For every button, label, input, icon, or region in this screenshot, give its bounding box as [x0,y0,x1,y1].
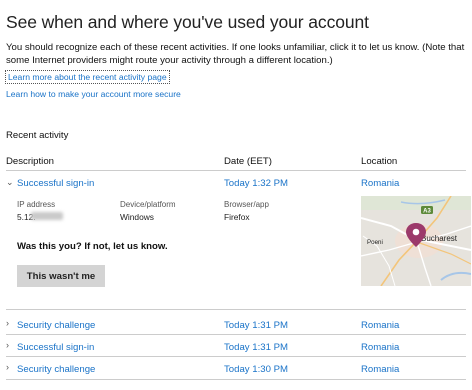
activity-description[interactable]: Security challenge [17,364,95,375]
ip-address-redaction [31,212,63,220]
this-wasnt-me-button[interactable]: This wasn't me [17,265,105,287]
activity-date[interactable]: Today 1:31 PM [224,342,288,353]
activity-description[interactable]: Successful sign-in [17,178,94,189]
activity-description[interactable]: Security challenge [17,320,95,331]
chevron-right-icon[interactable]: › [6,318,9,328]
activity-description[interactable]: Successful sign-in [17,342,94,353]
column-header-description: Description [6,156,54,167]
device-platform-value: Windows [120,212,154,222]
secure-account-link[interactable]: Learn how to make your account more secu… [6,88,181,100]
verification-prompt: Was this you? If not, let us know. [17,241,168,252]
row-divider [6,309,466,310]
learn-more-link[interactable]: Learn more about the recent activity pag… [5,70,170,84]
chevron-right-icon[interactable]: › [6,362,9,372]
browser-app-label: Browser/app [224,200,269,209]
map-road-label: A3 [423,209,431,215]
map-city-label: Bucharest [421,234,458,243]
row-divider [6,356,466,357]
location-map[interactable]: A3 Poeni Bucharest [361,196,471,286]
section-title: Recent activity [6,130,69,141]
column-header-location: Location [361,156,398,167]
activity-date[interactable]: Today 1:30 PM [224,364,288,375]
device-platform-label: Device/platform [120,200,176,209]
header-divider [6,170,466,171]
ip-address-label: IP address [17,200,56,209]
chevron-right-icon[interactable]: › [6,340,9,350]
map-town-label: Poeni [367,239,383,246]
activity-location[interactable]: Romania [361,342,399,353]
row-divider [6,379,466,380]
activity-location[interactable]: Romania [361,364,399,375]
activity-date[interactable]: Today 1:31 PM [224,320,288,331]
activity-location[interactable]: Romania [361,178,399,189]
page-title: See when and where you've used your acco… [6,12,369,32]
activity-date[interactable]: Today 1:32 PM [224,178,288,189]
page-description: You should recognize each of these recen… [6,42,465,66]
browser-app-value: Firefox [224,212,250,222]
row-divider [6,334,466,335]
chevron-down-icon[interactable]: ⌄ [6,177,14,188]
activity-location[interactable]: Romania [361,320,399,331]
column-header-date: Date (EET) [224,156,272,167]
